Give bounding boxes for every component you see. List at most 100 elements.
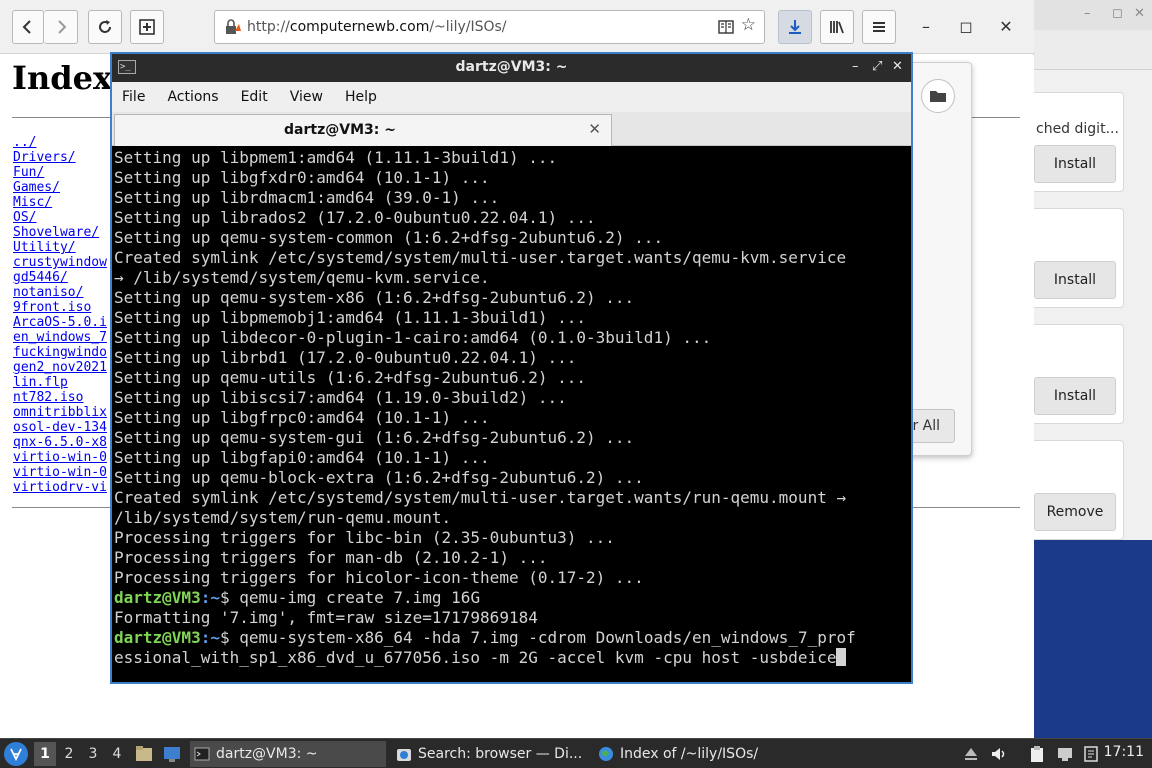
list-item: ../ — [13, 135, 107, 150]
file-link[interactable]: crustywindow — [13, 255, 107, 270]
downloads-button[interactable] — [778, 10, 812, 44]
file-link[interactable]: Shovelware/ — [13, 225, 99, 240]
clock[interactable]: 17:11 — [1104, 744, 1144, 760]
command-text: essional_with_sp1_x86_dvd_u_677056.iso -… — [114, 648, 837, 667]
workspace-2[interactable]: 2 — [58, 742, 80, 766]
terminal-window: >_ dartz@VM3: ~ – ⤢ ✕ File Actions Edit … — [110, 52, 913, 684]
prompt-colon: : — [200, 628, 211, 647]
software-store-icon — [397, 749, 411, 761]
file-link[interactable]: ArcaOS-5.0.i — [13, 315, 107, 330]
output-line: Processing triggers for hicolor-icon-the… — [114, 568, 644, 587]
file-link[interactable]: gen2_nov2021 — [13, 360, 107, 375]
clipboard-icon[interactable] — [1028, 745, 1046, 763]
prompt-path: ~ — [210, 588, 220, 607]
workspace-1[interactable]: 1 — [34, 742, 56, 766]
task-browser[interactable]: Index of /~lily/ISOs/ — [594, 741, 794, 767]
file-link[interactable]: 9front.iso — [13, 300, 91, 315]
start-menu-button[interactable] — [4, 742, 28, 766]
file-link[interactable]: Utility/ — [13, 240, 76, 255]
list-item: nt782.iso — [13, 390, 107, 405]
url-bar[interactable]: http://computernewb.com/~lily/ISOs/ ☆ — [214, 10, 765, 44]
terminal-output[interactable]: Setting up libpmem1:amd64 (1.11.1-3build… — [112, 146, 911, 682]
close-icon[interactable]: ✕ — [1134, 6, 1145, 21]
install-button[interactable]: Install — [1034, 261, 1116, 299]
minimize-icon[interactable]: – — [914, 14, 938, 38]
close-icon[interactable]: ✕ — [994, 14, 1018, 38]
file-link[interactable]: omnitribblix — [13, 405, 107, 420]
task-software-search[interactable]: Search: browser — Di... — [392, 741, 588, 767]
list-item: virtio-win-0 — [13, 465, 107, 480]
volume-icon[interactable] — [990, 745, 1008, 763]
file-link[interactable]: ../ — [13, 135, 36, 150]
list-item: gd5446/ — [13, 270, 107, 285]
tab-terminal[interactable]: dartz@VM3: ~ ✕ — [114, 114, 612, 146]
file-link[interactable]: nt782.iso — [13, 390, 83, 405]
list-item: lin.flp — [13, 375, 107, 390]
file-link[interactable]: qnx-6.5.0-x8 — [13, 435, 107, 450]
file-manager-icon[interactable] — [134, 744, 154, 764]
notifications-icon[interactable] — [1082, 745, 1100, 763]
file-link[interactable]: Drivers/ — [13, 150, 76, 165]
file-link[interactable]: Games/ — [13, 180, 60, 195]
file-link[interactable]: OS/ — [13, 210, 36, 225]
minimize-icon[interactable]: – — [1084, 6, 1091, 21]
file-link[interactable]: Misc/ — [13, 195, 52, 210]
file-link[interactable]: Fun/ — [13, 165, 44, 180]
list-item: gen2_nov2021 — [13, 360, 107, 375]
install-button[interactable]: Install — [1034, 377, 1116, 415]
output-line: Created symlink /etc/systemd/system/mult… — [114, 488, 847, 507]
reload-button[interactable] — [88, 10, 122, 44]
file-link[interactable]: notaniso/ — [13, 285, 83, 300]
output-line: → /lib/systemd/system/qemu-kvm.service. — [114, 268, 490, 287]
menu-view[interactable]: View — [290, 89, 323, 105]
reader-view-icon[interactable] — [718, 19, 734, 35]
plus-box-icon — [139, 19, 155, 35]
desktop-icon[interactable] — [162, 744, 182, 764]
task-terminal[interactable]: dartz@VM3: ~ — [190, 741, 386, 767]
list-item: Utility/ — [13, 240, 107, 255]
maximize-icon[interactable]: ◻ — [1112, 6, 1123, 21]
install-button[interactable]: Install — [1034, 145, 1116, 183]
menu-actions[interactable]: Actions — [167, 89, 218, 105]
browser-globe-icon — [599, 747, 613, 761]
eject-icon[interactable] — [962, 745, 980, 763]
output-line: Setting up librados2 (17.2.0-0ubuntu0.22… — [114, 208, 596, 227]
app-menu-button[interactable] — [862, 10, 896, 44]
file-link[interactable]: virtio-win-0 — [13, 450, 107, 465]
close-tab-icon[interactable]: ✕ — [588, 120, 601, 138]
list-item: osol-dev-134 — [13, 420, 107, 435]
file-link[interactable]: en_windows_7 — [13, 330, 107, 345]
reload-icon — [99, 20, 111, 33]
library-button[interactable] — [820, 10, 854, 44]
file-link[interactable]: lin.flp — [13, 375, 68, 390]
menu-file[interactable]: File — [122, 89, 145, 105]
close-icon[interactable]: ✕ — [892, 59, 903, 74]
taskbar: 1 2 3 4 dartz@VM3: ~ Search: browser — D… — [0, 738, 1152, 768]
back-button[interactable] — [12, 10, 44, 44]
list-item: en_windows_7 — [13, 330, 107, 345]
menu-edit[interactable]: Edit — [241, 89, 268, 105]
open-folder-button[interactable] — [921, 79, 955, 113]
list-item: notaniso/ — [13, 285, 107, 300]
file-link[interactable]: osol-dev-134 — [13, 420, 107, 435]
task-label: Index of /~lily/ISOs/ — [620, 746, 759, 762]
minimize-icon[interactable]: – — [852, 59, 859, 74]
terminal-icon — [194, 747, 210, 761]
maximize-icon[interactable]: ⤢ — [872, 59, 882, 74]
workspace-4[interactable]: 4 — [106, 742, 128, 766]
forward-button[interactable] — [44, 10, 78, 44]
new-tab-button[interactable] — [130, 10, 164, 44]
bookmark-star-icon[interactable]: ☆ — [741, 15, 756, 35]
network-icon[interactable] — [1056, 745, 1074, 763]
workspace-3[interactable]: 3 — [82, 742, 104, 766]
file-link[interactable]: fuckingwindo — [13, 345, 107, 360]
file-link[interactable]: virtio-win-0 — [13, 465, 107, 480]
store-titlebar: – ◻ ✕ — [1034, 0, 1152, 30]
maximize-icon[interactable]: ◻ — [954, 14, 978, 38]
file-link[interactable]: virtiodrv-vi — [13, 480, 107, 495]
arrow-left-icon — [22, 20, 31, 34]
tab-label: dartz@VM3: ~ — [284, 122, 396, 138]
menu-help[interactable]: Help — [345, 89, 377, 105]
file-link[interactable]: gd5446/ — [13, 270, 68, 285]
remove-button[interactable]: Remove — [1034, 493, 1116, 531]
